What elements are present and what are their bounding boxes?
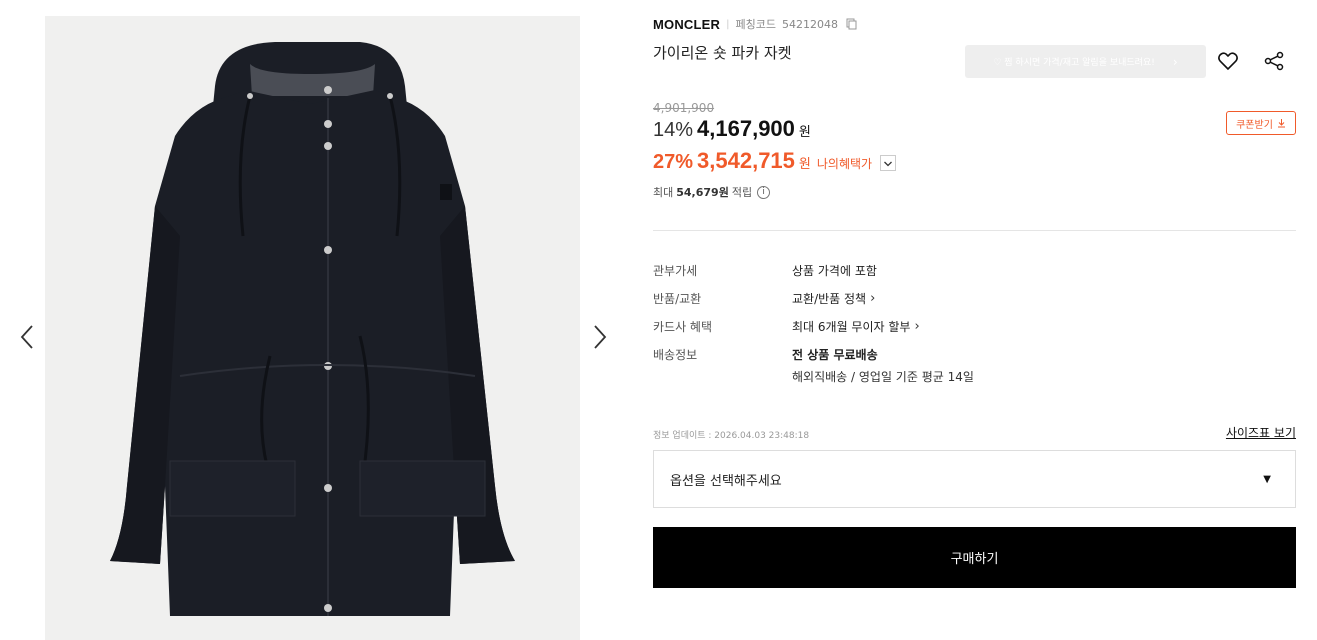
info-row-duty: 관부가세 상품 가격에 포함 (653, 262, 1296, 290)
coupon-label: 쿠폰받기 (1236, 119, 1273, 131)
chevron-right-icon: › (914, 319, 920, 334)
reward-points: 최대 54,679원 적립 i (653, 184, 771, 200)
product-info-table: 관부가세 상품 가격에 포함 반품/교환 교환/반품 정책 › 카드사 혜택 최대… (653, 262, 1296, 384)
product-detail-panel: MONCLER | 페칭코드 54212048 가이리온 숏 파카 자켓 ♡ 찜… (653, 0, 1296, 640)
brand-name[interactable]: MONCLER (653, 17, 720, 32)
points-prefix: 최대 (653, 186, 674, 199)
info-label: 반품/교환 (653, 292, 702, 306)
caret-down-icon: ▼ (1263, 473, 1271, 485)
product-image-jacket (110, 42, 515, 616)
option-select[interactable]: 옵션을 선택해주세요 ▼ (653, 450, 1296, 508)
option-placeholder: 옵션을 선택해주세요 (670, 473, 782, 489)
price-alert-text: ♡ 찜 하시면 가격/재고 알림을 보내드려요! (993, 58, 1155, 68)
chevron-right-icon: › (1172, 54, 1178, 69)
info-label: 카드사 혜택 (653, 320, 713, 334)
coupon-button[interactable]: 쿠폰받기 (1226, 111, 1296, 135)
chevron-left-icon (20, 325, 33, 349)
gallery-prev-button[interactable] (16, 322, 40, 352)
sale-price: 4,167,900 (697, 116, 795, 141)
brand-row: MONCLER | 페칭코드 54212048 (653, 16, 857, 32)
benefit-price: 3,542,715 (697, 148, 795, 173)
info-label: 관부가세 (653, 264, 698, 278)
return-policy-link[interactable]: 교환/반품 정책 › (792, 290, 875, 307)
info-value: 상품 가격에 포함 (792, 264, 877, 278)
benefit-price-row: 27% 3,542,715 원 나의혜택가 (653, 148, 897, 174)
chevron-right-icon: › (870, 291, 876, 306)
benefit-discount-rate: 27% (653, 151, 694, 173)
heart-icon[interactable] (1217, 50, 1239, 72)
benefit-price-currency: 원 (798, 157, 811, 172)
product-code-value: 54212048 (781, 17, 838, 31)
product-image-gallery (45, 16, 580, 640)
discount-rate: 14% (653, 119, 694, 141)
points-amount: 54,679원 (676, 186, 729, 199)
share-icon[interactable] (1263, 50, 1285, 72)
sale-price-row: 14% 4,167,900 원 (653, 116, 811, 142)
price-alert-button[interactable]: ♡ 찜 하시면 가격/재고 알림을 보내드려요! › (965, 45, 1206, 78)
info-label: 배송정보 (653, 348, 698, 362)
info-row-shipping: 배송정보 전 상품 무료배송 (653, 346, 1296, 374)
brand-separator: | (726, 18, 730, 30)
info-value: 전 상품 무료배송 (792, 348, 878, 362)
buy-button[interactable]: 구매하기 (653, 527, 1296, 588)
info-icon[interactable]: i (757, 185, 771, 199)
info-row-card: 카드사 혜택 최대 6개월 무이자 할부 › (653, 318, 1296, 346)
points-suffix: 적립 (731, 186, 753, 199)
sale-price-currency: 원 (798, 125, 811, 140)
product-title: 가이리온 숏 파카 자켓 (653, 44, 792, 62)
download-icon (1277, 119, 1285, 128)
info-row-return: 반품/교환 교환/반품 정책 › (653, 290, 1296, 318)
chevron-down-icon (884, 161, 893, 167)
copy-icon[interactable] (846, 18, 857, 30)
update-timestamp: 정보 업데이트 : 2026.04.03 23:48:18 (653, 431, 810, 441)
size-chart-link[interactable]: 사이즈표 보기 (1226, 424, 1296, 441)
original-price: 4,901,900 (653, 101, 715, 115)
section-divider (653, 230, 1296, 231)
shipping-detail: 해외직배송 / 영업일 기준 평균 14일 (792, 370, 974, 384)
benefit-toggle-button[interactable] (880, 155, 897, 171)
gallery-next-button[interactable] (587, 322, 611, 352)
benefit-label: 나의혜택가 (816, 157, 873, 171)
chevron-right-icon (594, 325, 607, 349)
product-code-label: 페칭코드 (735, 18, 776, 31)
card-benefit-link[interactable]: 최대 6개월 무이자 할부 › (792, 318, 920, 335)
